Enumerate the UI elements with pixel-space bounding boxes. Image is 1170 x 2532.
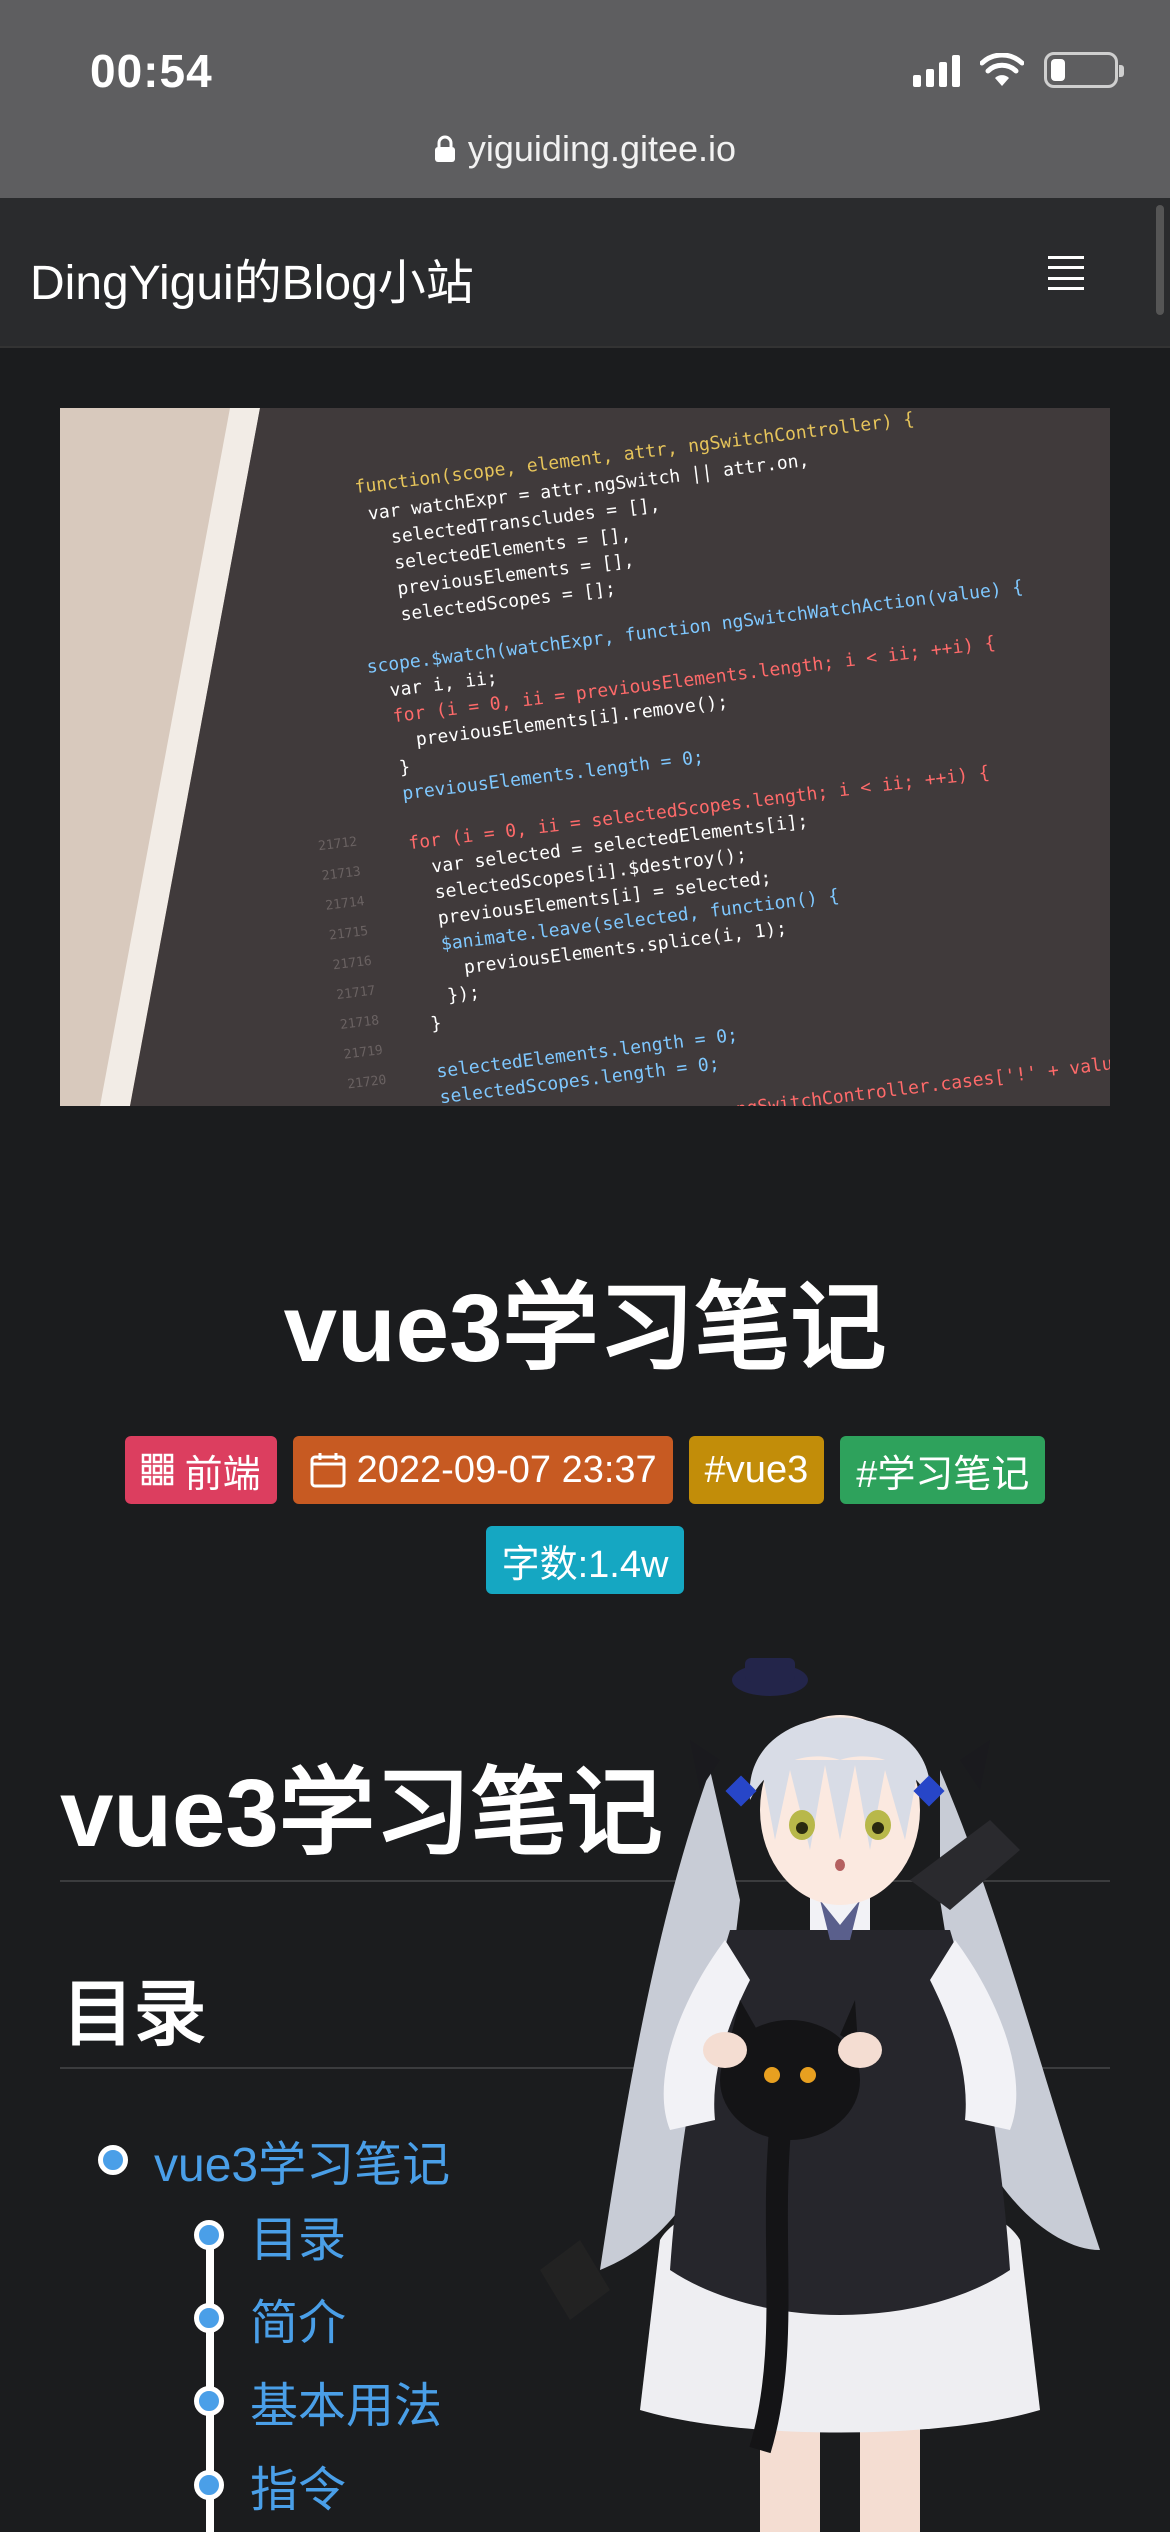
wifi-icon <box>980 53 1024 86</box>
toc-bullet-icon <box>194 2303 224 2333</box>
toc-bullet-icon <box>194 2386 224 2416</box>
toc-bullet-icon <box>98 2145 128 2175</box>
post-meta-badges: 前端 2022-09-07 23:37 #vue3 #学习笔记 字数:1.4w <box>60 1436 1110 1594</box>
site-navbar: DingYigui的Blog小站 <box>0 198 1170 348</box>
battery-icon <box>1044 52 1124 88</box>
address-bar[interactable]: yiguiding.gitee.io <box>0 128 1170 170</box>
toc-item[interactable]: 目录 <box>194 2200 346 2270</box>
date-badge: 2022-09-07 23:37 <box>292 1436 673 1504</box>
date-label: 2022-09-07 23:37 <box>356 1448 657 1491</box>
toc-item[interactable]: 指令 <box>194 2450 346 2520</box>
grid-icon <box>141 1453 173 1486</box>
toc-item[interactable]: vue3学习笔记 <box>98 2125 450 2195</box>
toc-bullet-icon <box>194 2220 224 2250</box>
toc-item[interactable]: 基本用法 <box>194 2366 442 2436</box>
site-brand-link[interactable]: DingYigui的Blog小站 <box>30 243 474 313</box>
category-label: 前端 <box>184 1453 261 1496</box>
tag-badge-vue3[interactable]: #vue3 <box>688 1436 825 1504</box>
toc-link[interactable]: 简介 <box>250 2283 346 2353</box>
word-count-badge: 字数:1.4w <box>485 1526 685 1594</box>
category-badge[interactable]: 前端 <box>124 1436 277 1504</box>
hamburger-menu-icon[interactable] <box>1048 256 1084 290</box>
lock-icon <box>434 135 455 162</box>
url-text: yiguiding.gitee.io <box>467 128 737 169</box>
svg-text:});: }); <box>446 982 481 1007</box>
page-scrollbar[interactable] <box>1156 205 1164 315</box>
toc-heading: 目录 <box>62 1975 207 2055</box>
post-cover-image: function(scope, element, attr, ngSwitchC… <box>60 408 1110 1106</box>
calendar-icon <box>310 1453 346 1488</box>
status-time: 00:54 <box>90 45 213 97</box>
toc-link[interactable]: vue3学习笔记 <box>154 2125 450 2195</box>
toc-bullet-icon <box>194 2470 224 2500</box>
post-title: vue3学习笔记 <box>283 1275 887 1382</box>
status-icons <box>913 52 1124 88</box>
cellular-signal-icon <box>913 53 960 87</box>
live2d-mascot[interactable] <box>540 1650 1140 2532</box>
tag-badge-notes[interactable]: #学习笔记 <box>840 1436 1046 1504</box>
toc-link[interactable]: 指令 <box>250 2450 346 2520</box>
status-bar: 00:54 yiguiding.gitee.io <box>0 0 1170 198</box>
toc-link[interactable]: 基本用法 <box>250 2366 442 2436</box>
toc-link[interactable]: 目录 <box>250 2200 346 2270</box>
toc-item[interactable]: 简介 <box>194 2283 346 2353</box>
